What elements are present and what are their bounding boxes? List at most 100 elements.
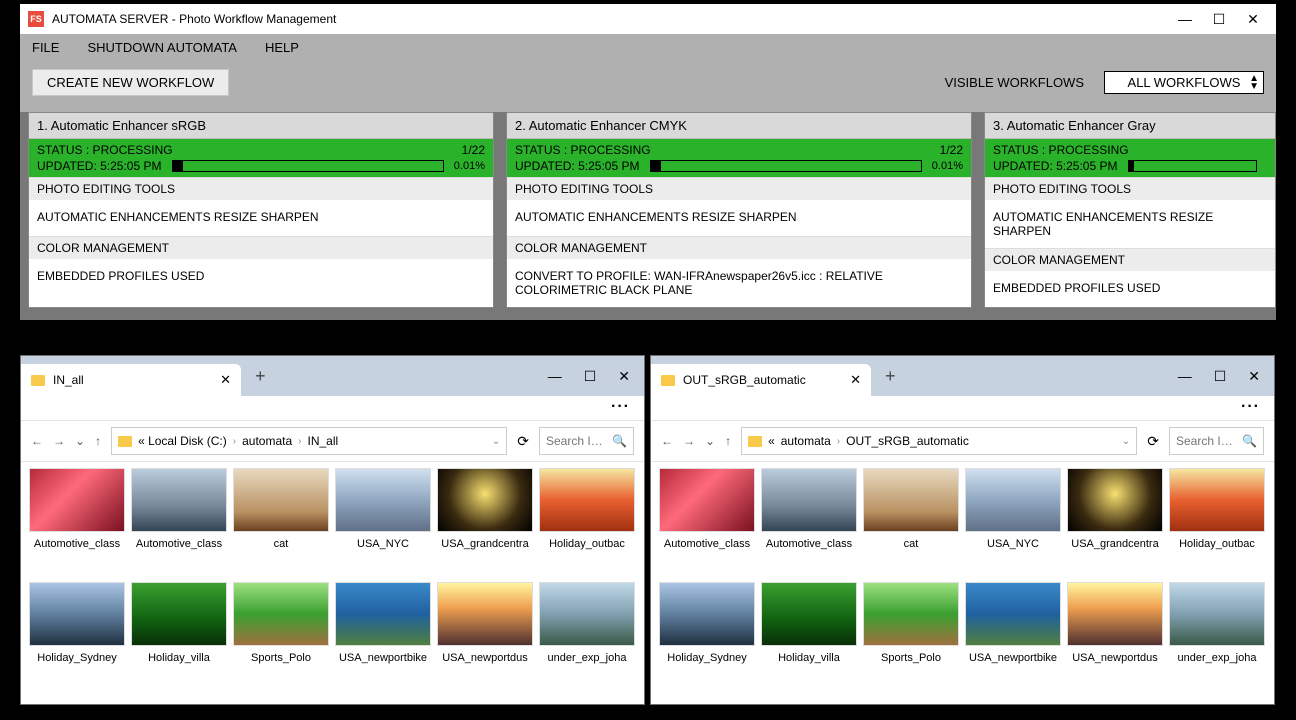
file-item[interactable]: Holiday_Sydney [27,582,127,664]
file-item[interactable]: Sports_Polo [861,582,961,664]
file-item[interactable]: USA_newportdus [1065,582,1165,664]
file-item[interactable]: USA_NYC [963,468,1063,550]
breadcrumb[interactable]: « Local Disk (C:)› automata› IN_all ⌄ [111,427,507,455]
file-item[interactable]: Holiday_outbac [1167,468,1267,550]
file-name: USA_grandcentra [435,538,535,550]
thumbnail [335,468,431,532]
visible-workflows-dropdown[interactable]: ALL WORKFLOWS ▲▼ [1104,71,1264,94]
file-name: Automotive_class [759,538,859,550]
minimize-button[interactable]: — [1178,368,1192,385]
file-item[interactable]: USA_newportbike [333,582,433,664]
progress-bar [172,160,444,172]
back-button[interactable]: ← [31,434,43,448]
file-name: Holiday_outbac [537,538,637,550]
workflow-card[interactable]: 2. Automatic Enhancer CMYK STATUS : PROC… [506,112,972,308]
new-tab-button[interactable]: + [255,366,266,387]
file-name: under_exp_joha [537,652,637,664]
thumbnail [29,582,125,646]
file-item[interactable]: USA_grandcentra [1065,468,1165,550]
file-name: USA_NYC [963,538,1063,550]
file-item[interactable]: USA_newportdus [435,582,535,664]
thumbnail [659,468,755,532]
menu-help[interactable]: HELP [265,40,299,55]
file-item[interactable]: Automotive_class [759,468,859,550]
refresh-button[interactable]: ⟳ [517,433,529,450]
recent-dropdown[interactable]: ⌄ [75,434,85,448]
chevron-down-icon[interactable]: ⌄ [1122,436,1130,447]
maximize-button[interactable]: ☐ [1212,11,1226,28]
progress-bar [1128,160,1258,172]
file-name: USA_NYC [333,538,433,550]
breadcrumb[interactable]: « automata› OUT_sRGB_automatic ⌄ [741,427,1137,455]
thumbnail [131,582,227,646]
menu-shutdown[interactable]: SHUTDOWN AUTOMATA [87,40,237,55]
file-name: USA_newportdus [435,652,535,664]
search-box[interactable]: 🔍 [539,427,634,455]
workflow-status: STATUS : PROCESSING UPDATED: 5:25:05 PM [985,139,1275,177]
section-body: AUTOMATIC ENHANCEMENTS RESIZE SHARPEN [29,200,493,236]
create-workflow-button[interactable]: CREATE NEW WORKFLOW [32,69,229,96]
minimize-button[interactable]: — [1178,11,1192,28]
more-menu-icon[interactable]: ··· [21,396,644,421]
explorer-tab[interactable]: OUT_sRGB_automatic ✕ [651,364,871,396]
file-name: Holiday_Sydney [657,652,757,664]
explorer-tab[interactable]: IN_all ✕ [21,364,241,396]
file-item[interactable]: Automotive_class [27,468,127,550]
search-box[interactable]: 🔍 [1169,427,1264,455]
workflow-card[interactable]: 3. Automatic Enhancer Gray STATUS : PROC… [984,112,1276,308]
new-tab-button[interactable]: + [885,366,896,387]
chevron-down-icon[interactable]: ⌄ [492,436,500,447]
minimize-button[interactable]: — [548,368,562,385]
workflow-title: 3. Automatic Enhancer Gray [985,113,1275,139]
file-item[interactable]: Holiday_Sydney [657,582,757,664]
thumbnail [659,582,755,646]
back-button[interactable]: ← [661,434,673,448]
file-name: Automotive_class [657,538,757,550]
close-tab-icon[interactable]: ✕ [850,372,861,388]
more-menu-icon[interactable]: ··· [651,396,1274,421]
file-item[interactable]: under_exp_joha [1167,582,1267,664]
file-item[interactable]: under_exp_joha [537,582,637,664]
search-input[interactable] [546,434,606,448]
refresh-button[interactable]: ⟳ [1147,433,1159,450]
section-header: COLOR MANAGEMENT [29,236,493,259]
thumbnail [437,582,533,646]
maximize-button[interactable]: ☐ [1214,368,1227,385]
thumbnail [233,468,329,532]
section-body: AUTOMATIC ENHANCEMENTS RESIZE SHARPEN [985,200,1275,248]
search-icon: 🔍 [612,434,627,448]
close-button[interactable]: ✕ [1246,11,1260,28]
file-item[interactable]: Sports_Polo [231,582,331,664]
folder-icon [118,436,132,447]
file-item[interactable]: cat [231,468,331,550]
section-header: COLOR MANAGEMENT [507,236,971,259]
file-item[interactable]: USA_NYC [333,468,433,550]
recent-dropdown[interactable]: ⌄ [705,434,715,448]
forward-button[interactable]: → [683,434,695,448]
dropdown-value: ALL WORKFLOWS [1128,75,1241,90]
close-tab-icon[interactable]: ✕ [220,372,231,388]
file-name: Automotive_class [27,538,127,550]
section-body: AUTOMATIC ENHANCEMENTS RESIZE SHARPEN [507,200,971,236]
section-body: CONVERT TO PROFILE: WAN-IFRAnewspaper26v… [507,259,971,307]
file-item[interactable]: Automotive_class [657,468,757,550]
up-button[interactable]: ↑ [95,434,101,448]
file-item[interactable]: USA_newportbike [963,582,1063,664]
forward-button[interactable]: → [53,434,65,448]
menu-file[interactable]: FILE [32,40,59,55]
file-item[interactable]: Holiday_villa [759,582,859,664]
file-item[interactable]: Holiday_villa [129,582,229,664]
search-input[interactable] [1176,434,1236,448]
up-button[interactable]: ↑ [725,434,731,448]
file-grid: Automotive_classAutomotive_classcatUSA_N… [21,462,644,700]
close-button[interactable]: ✕ [1248,368,1260,385]
maximize-button[interactable]: ☐ [584,368,597,385]
folder-icon [31,375,45,386]
file-item[interactable]: Automotive_class [129,468,229,550]
file-item[interactable]: USA_grandcentra [435,468,535,550]
close-button[interactable]: ✕ [618,368,630,385]
workflow-card[interactable]: 1. Automatic Enhancer sRGB STATUS : PROC… [28,112,494,308]
file-item[interactable]: Holiday_outbac [537,468,637,550]
file-item[interactable]: cat [861,468,961,550]
file-name: Sports_Polo [231,652,331,664]
